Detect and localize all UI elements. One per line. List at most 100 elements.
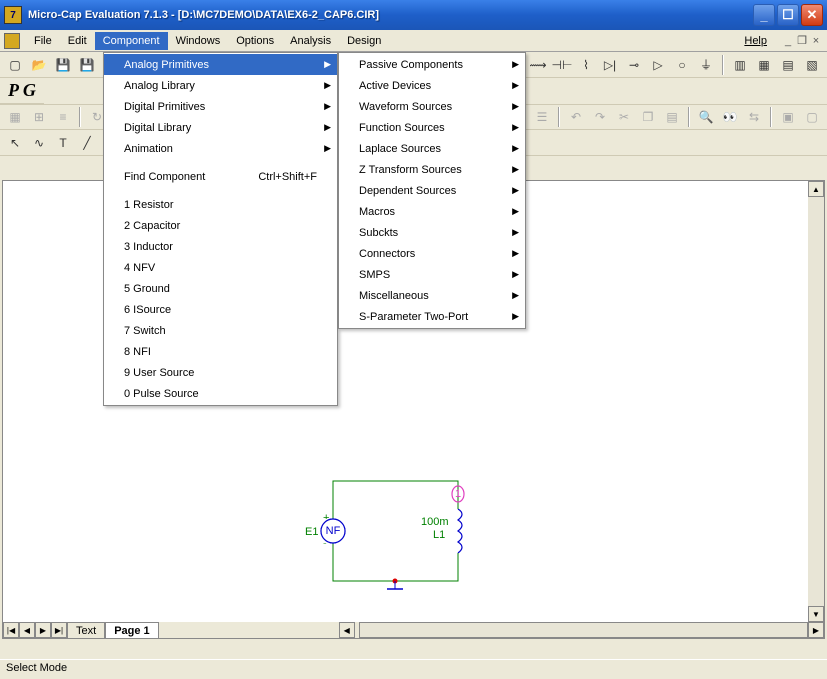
menu-animation[interactable]: Animation▶ [104,138,337,159]
status-text: Select Mode [6,662,67,674]
menu-recent-user-source[interactable]: 9 User Source [104,362,337,383]
mdi-minimize-button[interactable]: _ [781,35,795,47]
menu-component[interactable]: Component [95,32,168,50]
replace-icon[interactable]: ⇆ [743,106,765,128]
new-file-icon[interactable]: ▢ [4,54,26,76]
menu-recent-ground[interactable]: 5 Ground [104,278,337,299]
menu-recent-resistor[interactable]: 1 Resistor [104,194,337,215]
tab-text[interactable]: Text [67,622,105,638]
menu-recent-inductor[interactable]: 3 Inductor [104,236,337,257]
window-vert-icon[interactable]: ▧ [801,54,823,76]
layer-icon[interactable]: ▣ [777,106,799,128]
scope-icon[interactable]: ☰ [531,106,553,128]
document-icon [4,33,20,49]
submenu-subckts[interactable]: Subckts▶ [339,222,525,243]
app-icon: 7 [4,6,22,24]
window-horiz-icon[interactable]: ▤ [777,54,799,76]
submenu-s-parameter[interactable]: S-Parameter Two-Port▶ [339,306,525,327]
menu-recent-nfv[interactable]: 4 NFV [104,257,337,278]
menu-edit[interactable]: Edit [60,32,95,50]
select-mode-icon[interactable]: ↖ [4,132,26,154]
copy-icon[interactable]: ❐ [637,106,659,128]
transistor-icon[interactable]: ⊸ [623,54,645,76]
menu-recent-nfi[interactable]: 8 NFI [104,341,337,362]
window-cascade-icon[interactable]: ▦ [753,54,775,76]
mdi-restore-button[interactable]: ❐ [795,34,809,47]
ground-icon[interactable]: ⏚ [695,54,717,76]
minimize-button[interactable]: _ [753,4,775,26]
menu-recent-isource[interactable]: 6 ISource [104,299,337,320]
vertical-scrollbar[interactable]: ▲ ▼ [808,181,824,622]
menu-digital-library[interactable]: Digital Library▶ [104,117,337,138]
undo-icon[interactable]: ↶ [565,106,587,128]
opamp-icon[interactable]: ▷ [647,54,669,76]
inductor-name: L1 [433,529,445,541]
close-button[interactable]: ✕ [801,4,823,26]
snap-icon[interactable]: ⊞ [28,106,50,128]
capacitor-icon[interactable]: ⊣⊢ [551,54,573,76]
resistor-icon[interactable]: ⟿ [527,54,549,76]
tab-first-button[interactable]: |◀ [3,622,19,638]
submenu-passive-components[interactable]: Passive Components▶ [339,54,525,75]
submenu-z-transform-sources[interactable]: Z Transform Sources▶ [339,159,525,180]
menu-recent-capacitor[interactable]: 2 Capacitor [104,215,337,236]
mdi-close-button[interactable]: × [809,35,823,47]
menu-help[interactable]: Help [736,32,775,50]
cut-icon[interactable]: ✂ [613,106,635,128]
diode-icon[interactable]: ▷| [599,54,621,76]
maximize-button[interactable]: ☐ [777,4,799,26]
open-file-icon[interactable]: 📂 [28,54,50,76]
find-icon[interactable]: 🔍 [695,106,717,128]
submenu-active-devices[interactable]: Active Devices▶ [339,75,525,96]
binoculars-icon[interactable]: 👀 [719,106,741,128]
save-icon[interactable]: 💾 [52,54,74,76]
inductor-value: 100m [421,516,449,528]
menu-windows[interactable]: Windows [168,32,229,50]
tab-next-button[interactable]: ▶ [35,622,51,638]
menu-digital-primitives[interactable]: Digital Primitives▶ [104,96,337,117]
horizontal-scrollbar[interactable] [359,622,808,638]
hscroll-right-button[interactable]: ▶ [808,622,824,638]
line-mode-icon[interactable]: ╱ [76,132,98,154]
tab-page1[interactable]: Page 1 [105,622,158,638]
hscroll-left-button[interactable]: ◀ [339,622,355,638]
submenu-smps[interactable]: SMPS▶ [339,264,525,285]
submenu-miscellaneous[interactable]: Miscellaneous▶ [339,285,525,306]
menu-design[interactable]: Design [339,32,389,50]
submenu-connectors[interactable]: Connectors▶ [339,243,525,264]
save-all-icon[interactable]: 💾 [76,54,98,76]
menu-recent-switch[interactable]: 7 Switch [104,320,337,341]
scroll-up-button[interactable]: ▲ [808,181,824,197]
tab-prev-button[interactable]: ◀ [19,622,35,638]
pg-label: P G [0,78,44,104]
menu-analog-library[interactable]: Analog Library▶ [104,75,337,96]
paste-icon[interactable]: ▤ [661,106,683,128]
layer2-icon[interactable]: ▢ [801,106,823,128]
menu-analog-primitives[interactable]: Analog Primitives▶ [104,54,337,75]
wire-mode-icon[interactable]: ∿ [28,132,50,154]
menu-file[interactable]: File [26,32,60,50]
menu-find-component[interactable]: Find ComponentCtrl+Shift+F [104,166,337,187]
submenu-waveform-sources[interactable]: Waveform Sources▶ [339,96,525,117]
scroll-down-button[interactable]: ▼ [808,606,824,622]
source-icon[interactable]: ○ [671,54,693,76]
window-tile-icon[interactable]: ▥ [729,54,751,76]
window-title: Micro-Cap Evaluation 7.1.3 - [D:\MC7DEMO… [28,9,753,21]
submenu-macros[interactable]: Macros▶ [339,201,525,222]
redo-icon[interactable]: ↷ [589,106,611,128]
submenu-dependent-sources[interactable]: Dependent Sources▶ [339,180,525,201]
menu-options[interactable]: Options [228,32,282,50]
grid-icon[interactable]: ▦ [4,106,26,128]
status-bar: Select Mode [0,659,827,679]
component-dropdown: Analog Primitives▶ Analog Library▶ Digit… [103,52,338,406]
source-label: E1 [305,526,318,538]
title-bar: 7 Micro-Cap Evaluation 7.1.3 - [D:\MC7DE… [0,0,827,30]
tab-last-button[interactable]: ▶| [51,622,67,638]
submenu-function-sources[interactable]: Function Sources▶ [339,117,525,138]
align-icon[interactable]: ≡ [52,106,74,128]
text-mode-icon[interactable]: T [52,132,74,154]
inductor-icon[interactable]: ⌇ [575,54,597,76]
submenu-laplace-sources[interactable]: Laplace Sources▶ [339,138,525,159]
menu-analysis[interactable]: Analysis [282,32,339,50]
menu-recent-pulse-source[interactable]: 0 Pulse Source [104,383,337,404]
